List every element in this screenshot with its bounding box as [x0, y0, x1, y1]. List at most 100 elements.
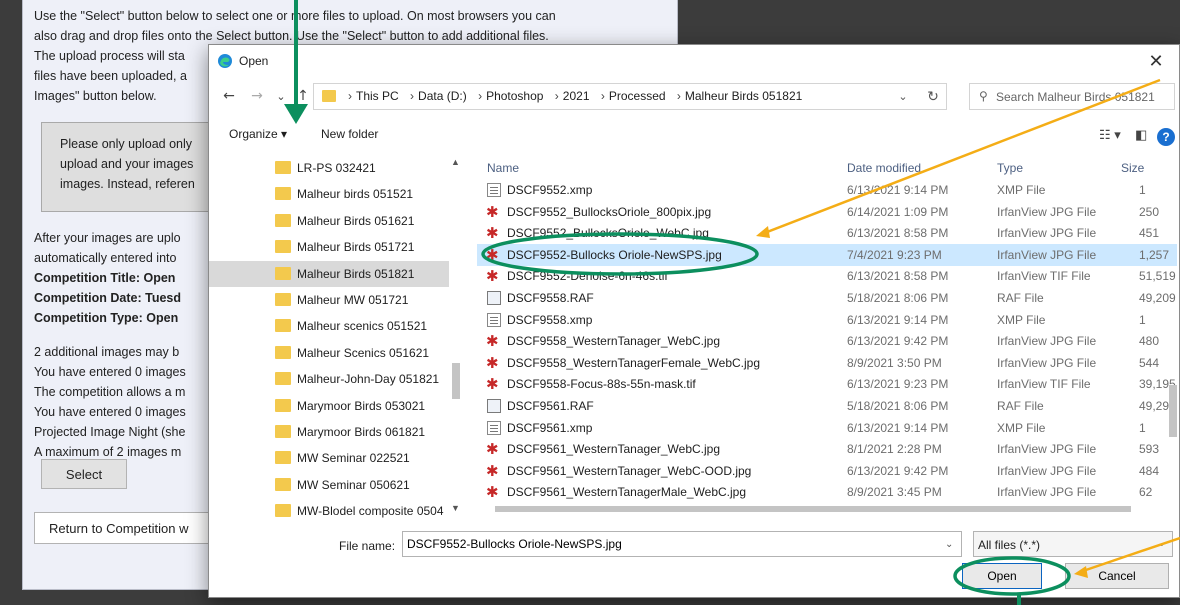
nav-folder-item[interactable]: Marymoor Birds 053021 [209, 393, 449, 419]
horizontal-scroll-thumb[interactable] [495, 506, 1131, 512]
file-scroll-thumb[interactable] [1169, 385, 1177, 437]
refresh-icon[interactable]: ↻ [921, 83, 945, 109]
filename-input[interactable] [402, 531, 962, 557]
file-list: Name Date modified Type Size DSCF9552.xm… [477, 153, 1177, 501]
new-folder-button[interactable]: New folder [321, 127, 378, 141]
search-icon: ⚲ [979, 89, 988, 103]
file-row[interactable]: ✱ DSCF9558-Focus-88s-55n-mask.tif 6/13/202… [477, 373, 1177, 395]
organize-button[interactable]: Organize ▾ [229, 127, 287, 141]
nav-folder-label: LR-PS 032421 [297, 161, 376, 175]
file-size: 451 [1139, 226, 1160, 241]
column-date[interactable]: Date modified [847, 161, 921, 175]
file-type: IrfanView JPG File [997, 442, 1097, 457]
breadcrumb-item[interactable]: Malheur Birds 051821 [685, 89, 802, 103]
nav-folder-label: Malheur MW 051721 [297, 293, 409, 307]
nav-folder-item[interactable]: MW-Blodel composite 0504 [209, 498, 449, 519]
filename-label: File name: [339, 539, 396, 553]
file-row[interactable]: ✱ DSCF9552_BullocksOriole_800pix.jpg 6/14/… [477, 201, 1177, 223]
intro-line: also drag and drop files onto the Select… [34, 29, 549, 43]
recent-locations-chevron-icon[interactable]: ⌄ [269, 83, 293, 109]
file-row[interactable]: DSCF9552.xmp 6/13/2021 9:14 PM XMP File 1 [477, 179, 1177, 201]
nav-folder-item[interactable]: Malheur-John-Day 051821 [209, 366, 449, 392]
file-size: 1 [1139, 420, 1146, 435]
select-button[interactable]: Select [41, 459, 127, 489]
file-type: IrfanView JPG File [997, 334, 1097, 349]
horizontal-scrollbar[interactable] [477, 501, 1177, 517]
breadcrumb-item[interactable]: 2021 [563, 89, 590, 103]
image-file-icon: ✱ [486, 245, 499, 264]
nav-folder-item[interactable]: Malheur MW 051721 [209, 287, 449, 313]
file-type: IrfanView JPG File [997, 355, 1097, 370]
nav-folder-item[interactable]: MW Seminar 022521 [209, 445, 449, 471]
address-bar[interactable]: › This PC › Data (D:) › Photoshop › 2021 › Pr… [313, 83, 947, 110]
folder-icon [275, 213, 291, 227]
nav-scroll-thumb[interactable] [452, 363, 460, 399]
file-row[interactable]: DSCF9561.xmp 6/13/2021 9:14 PM XMP File 1 [477, 417, 1177, 439]
folder-icon [275, 398, 291, 412]
file-row[interactable]: ✱ DSCF9561_WesternTanager_WebC-OOD.jpg 6/1… [477, 460, 1177, 482]
nav-folder-item[interactable]: Malheur Birds 051721 [209, 234, 449, 260]
file-row[interactable]: ✱ DSCF9552-Bullocks Oriole-NewSPS.jpg 7/4/… [477, 243, 1177, 266]
nav-folder-item[interactable]: Malheur scenics 051521 [209, 313, 449, 339]
file-type: IrfanView JPG File [997, 204, 1097, 219]
up-arrow-icon[interactable]: ↑ [291, 83, 315, 109]
nav-scrollbar[interactable]: ▲ ▼ [449, 153, 463, 519]
column-name[interactable]: Name [487, 161, 519, 175]
nav-folder-item[interactable]: LR-PS 032421 [209, 155, 449, 181]
file-row[interactable]: ✱ DSCF9561_WesternTanagerMale_WebC.jpg 8/9… [477, 481, 1177, 501]
nav-folder-item[interactable]: Malheur Birds 051621 [209, 208, 449, 234]
status-line: The competition allows a m [34, 385, 186, 399]
file-row[interactable]: ✱ DSCF9552_BullocksOriole_WebC.jpg 6/13/20… [477, 222, 1177, 244]
after-line: After your images are uplo [34, 231, 181, 245]
nav-folder-label: Marymoor Birds 053021 [297, 398, 426, 413]
breadcrumb-item[interactable]: Processed [609, 89, 666, 103]
file-type: IrfanView JPG File [997, 463, 1097, 478]
open-file-dialog: Open ✕ ← → ⌄ ↑ › This PC › Data (D:) › Phot… [208, 44, 1180, 598]
file-row[interactable]: DSCF9561.RAF 5/18/2021 8:06 PM RAF File 49,… [477, 395, 1177, 417]
nav-folder-item[interactable]: Malheur Scenics 051621 [209, 340, 449, 366]
column-type[interactable]: Type [997, 161, 1023, 175]
dialog-titlebar: Open ✕ [209, 45, 1179, 77]
breadcrumb-item[interactable]: This PC [356, 89, 399, 103]
file-row[interactable]: ✱ DSCF9561_WesternTanager_WebC.jpg 8/1/202… [477, 438, 1177, 460]
command-bar: Organize ▾ New folder ☷ ▾ ◧ ? [209, 123, 1179, 151]
forward-arrow-icon[interactable]: → [245, 83, 269, 109]
file-name: DSCF9561_WesternTanagerMale_WebC.jpg [507, 485, 747, 500]
column-size[interactable]: Size [1121, 161, 1144, 175]
nav-folder-item[interactable]: Malheur Birds 051821 [209, 260, 449, 287]
view-options-icon[interactable]: ☷ ▾ [1099, 127, 1121, 143]
file-row[interactable]: ✱ DSCF9552-Denoise-6n-46s.tif 6/13/2021 8:… [477, 265, 1177, 287]
file-type-select[interactable]: All files (*.*) ⌄ [973, 531, 1173, 557]
address-dropdown-icon[interactable]: ⌄ [893, 83, 913, 109]
cancel-button[interactable]: Cancel [1065, 563, 1169, 589]
folder-icon [275, 425, 291, 438]
folder-icon [275, 187, 291, 201]
scroll-down-icon[interactable]: ▼ [451, 503, 460, 513]
help-icon[interactable]: ? [1157, 128, 1175, 146]
folder-icon [275, 161, 291, 174]
file-row[interactable]: DSCF9558.RAF 5/18/2021 8:06 PM RAF File 49,… [477, 287, 1177, 309]
file-row[interactable]: ✱ DSCF9558_WesternTanager_WebC.jpg 6/13/20… [477, 330, 1177, 352]
competition-title: Competition Title: Open [34, 271, 176, 285]
preview-pane-icon[interactable]: ◧ [1135, 127, 1147, 143]
file-name: DSCF9561_WesternTanager_WebC-OOD.jpg [507, 463, 752, 478]
breadcrumb-item[interactable]: Data (D:) [418, 89, 467, 103]
search-input[interactable] [969, 83, 1175, 110]
nav-folder-item[interactable]: Malheur birds 051521 [209, 181, 449, 207]
nav-folder-item[interactable]: MW Seminar 050621 [209, 472, 449, 498]
open-button[interactable]: Open [962, 563, 1042, 589]
status-line: You have entered 0 images [34, 405, 186, 419]
back-arrow-icon[interactable]: ← [217, 83, 241, 109]
scroll-up-icon[interactable]: ▲ [451, 157, 460, 167]
file-row[interactable]: ✱ DSCF9558_WesternTanagerFemale_WebC.jpg 8… [477, 352, 1177, 374]
breadcrumb-item[interactable]: Photoshop [486, 89, 543, 103]
file-list-scrollbar[interactable] [1167, 153, 1179, 501]
nav-folder-label: Malheur Birds 051821 [297, 266, 415, 281]
file-row[interactable]: DSCF9558.xmp 6/13/2021 9:14 PM XMP File 1 [477, 309, 1177, 331]
file-size: 484 [1139, 463, 1160, 478]
nav-folder-item[interactable]: Marymoor Birds 061821 [209, 419, 449, 445]
folder-icon [275, 319, 291, 333]
nav-folder-label: Malheur Scenics 051621 [297, 345, 430, 360]
close-button[interactable]: ✕ [1139, 48, 1173, 74]
filename-dropdown-icon[interactable]: ⌄ [945, 539, 953, 550]
